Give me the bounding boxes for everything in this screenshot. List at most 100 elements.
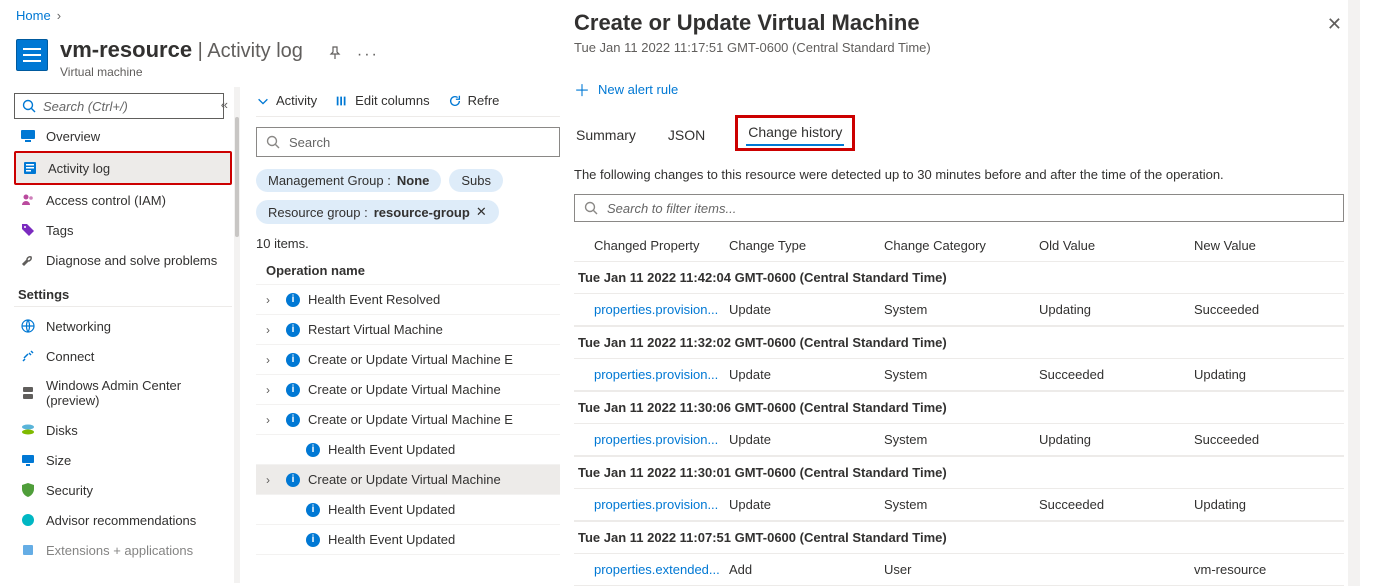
operation-row[interactable]: › i Create or Update Virtual Machine bbox=[256, 375, 560, 405]
search-icon bbox=[21, 98, 37, 114]
log-icon bbox=[22, 160, 38, 176]
operation-label: Restart Virtual Machine bbox=[308, 322, 443, 337]
resource-type: Virtual machine bbox=[60, 65, 303, 79]
new-alert-rule[interactable]: ＋ New alert rule bbox=[574, 77, 1344, 101]
pin-icon[interactable] bbox=[327, 45, 343, 64]
old-value: Succeeded bbox=[1039, 497, 1194, 512]
change-row[interactable]: properties.provision...UpdateSystemSucce… bbox=[574, 489, 1344, 521]
more-icon[interactable]: ··· bbox=[357, 46, 379, 64]
operation-label: Health Event Updated bbox=[328, 442, 455, 457]
col-change-type[interactable]: Change Type bbox=[729, 238, 884, 253]
info-icon: i bbox=[306, 443, 320, 457]
tabs: Summary JSON Change history bbox=[574, 115, 1344, 151]
columns-icon bbox=[335, 94, 349, 108]
vm-icon bbox=[16, 39, 48, 71]
new-value: Updating bbox=[1194, 497, 1344, 512]
operation-label: Health Event Updated bbox=[328, 502, 455, 517]
nav-advisor[interactable]: Advisor recommendations bbox=[14, 505, 232, 535]
operation-row[interactable]: iHealth Event Updated bbox=[256, 495, 560, 525]
change-row[interactable]: properties.provision... UpdateSystemUpdat… bbox=[574, 424, 1344, 456]
pill-management-group[interactable]: Management Group : None bbox=[256, 169, 441, 192]
property-link[interactable]: properties.provision... bbox=[594, 497, 718, 512]
info-icon: i bbox=[286, 353, 300, 367]
scrollbar[interactable] bbox=[1348, 0, 1360, 586]
tab-highlight: Change history bbox=[735, 115, 855, 151]
change-row[interactable]: properties.extended...AddUservm-resource bbox=[574, 554, 1344, 586]
info-icon: i bbox=[286, 383, 300, 397]
operation-label: Create or Update Virtual Machine E bbox=[308, 352, 513, 367]
old-value: Updating bbox=[1039, 432, 1194, 447]
nav-extensions[interactable]: Extensions + applications bbox=[14, 535, 232, 565]
info-icon: i bbox=[286, 413, 300, 427]
change-table: Changed Property Change Type Change Cate… bbox=[574, 230, 1344, 586]
advisor-icon bbox=[20, 512, 36, 528]
description: The following changes to this resource w… bbox=[574, 167, 1344, 182]
nav-security[interactable]: Security bbox=[14, 475, 232, 505]
collapse-icon[interactable]: « bbox=[221, 97, 228, 112]
table-header: Changed Property Change Type Change Cate… bbox=[574, 230, 1344, 261]
tab-summary[interactable]: Summary bbox=[574, 121, 638, 151]
monitor-icon bbox=[20, 128, 36, 144]
operation-row[interactable]: ›iCreate or Update Virtual Machine E bbox=[256, 405, 560, 435]
nav-disks[interactable]: Disks bbox=[14, 415, 232, 445]
scrollbar[interactable] bbox=[234, 87, 240, 583]
operation-row[interactable]: iHealth Event Updated bbox=[256, 525, 560, 555]
col-change-category[interactable]: Change Category bbox=[884, 238, 1039, 253]
search-icon bbox=[265, 134, 281, 150]
operation-row[interactable]: › i Create or Update Virtual Machine E bbox=[256, 345, 560, 375]
info-icon: i bbox=[286, 473, 300, 487]
toolbar-refresh[interactable]: Refre bbox=[448, 93, 500, 108]
chevron-right-icon: › bbox=[266, 383, 278, 397]
new-value: Succeeded bbox=[1194, 302, 1344, 317]
property-link[interactable]: properties.provision... bbox=[594, 432, 718, 447]
property-link[interactable]: properties.extended... bbox=[594, 562, 720, 577]
chevron-right-icon: › bbox=[266, 353, 278, 367]
breadcrumb-home[interactable]: Home bbox=[16, 8, 51, 23]
timestamp-group: Tue Jan 11 2022 11:42:04 GMT-0600 (Centr… bbox=[574, 261, 1344, 294]
nav-networking[interactable]: Networking bbox=[14, 311, 232, 341]
operation-row[interactable]: ›iCreate or Update Virtual Machine bbox=[256, 465, 560, 495]
toolbar-edit-columns[interactable]: Edit columns bbox=[335, 93, 429, 108]
close-icon[interactable]: ✕ bbox=[476, 204, 487, 220]
item-count: 10 items. bbox=[256, 236, 560, 251]
nav-diagnose[interactable]: Diagnose and solve problems bbox=[14, 245, 232, 275]
close-button[interactable]: ✕ bbox=[1327, 14, 1342, 35]
operation-row[interactable]: ›iHealth Event Resolved bbox=[256, 285, 560, 315]
sidebar-search[interactable]: Search (Ctrl+/) bbox=[14, 93, 224, 119]
chevron-down-icon bbox=[256, 94, 270, 108]
nav-activity-log[interactable]: Activity log bbox=[14, 151, 232, 185]
pill-resource-group[interactable]: Resource group : resource-group ✕ bbox=[256, 200, 499, 224]
property-link[interactable]: properties.provision... bbox=[594, 302, 718, 317]
connect-icon bbox=[20, 348, 36, 364]
globe-icon bbox=[20, 318, 36, 334]
nav-wac[interactable]: Windows Admin Center (preview) bbox=[14, 371, 232, 415]
log-search[interactable]: Search bbox=[256, 127, 560, 157]
change-category: System bbox=[884, 367, 1039, 382]
change-category: System bbox=[884, 432, 1039, 447]
toolbar: Activity Edit columns Refre bbox=[256, 91, 560, 117]
tab-json[interactable]: JSON bbox=[666, 121, 707, 151]
col-changed-property[interactable]: Changed Property bbox=[594, 238, 729, 253]
col-old-value[interactable]: Old Value bbox=[1039, 238, 1194, 253]
timestamp-group: Tue Jan 11 2022 11:30:06 GMT-0600 (Centr… bbox=[574, 391, 1344, 424]
nav-overview[interactable]: Overview bbox=[14, 121, 232, 151]
col-new-value[interactable]: New Value bbox=[1194, 238, 1344, 253]
timestamp-group: Tue Jan 11 2022 11:07:51 GMT-0600 (Centr… bbox=[574, 521, 1344, 554]
timestamp-group: Tue Jan 11 2022 11:32:02 GMT-0600 (Centr… bbox=[574, 326, 1344, 359]
change-row[interactable]: properties.provision...UpdateSystemSucce… bbox=[574, 359, 1344, 391]
operation-label: Create or Update Virtual Machine bbox=[308, 382, 501, 397]
operation-row[interactable]: ›iRestart Virtual Machine bbox=[256, 315, 560, 345]
nav-access-control[interactable]: Access control (IAM) bbox=[14, 185, 232, 215]
toolbar-activity[interactable]: Activity bbox=[256, 93, 317, 108]
change-filter-search[interactable]: Search to filter items... bbox=[574, 194, 1344, 222]
tab-change-history[interactable]: Change history bbox=[746, 120, 844, 146]
change-row[interactable]: properties.provision...UpdateSystemUpdat… bbox=[574, 294, 1344, 326]
property-link[interactable]: properties.provision... bbox=[594, 367, 718, 382]
nav-connect[interactable]: Connect bbox=[14, 341, 232, 371]
column-operation-name[interactable]: Operation name bbox=[256, 257, 560, 285]
change-type: Update bbox=[729, 432, 884, 447]
operation-row[interactable]: i Health Event Updated bbox=[256, 435, 560, 465]
nav-tags[interactable]: Tags bbox=[14, 215, 232, 245]
nav-size[interactable]: Size bbox=[14, 445, 232, 475]
pill-subscription[interactable]: Subs bbox=[449, 169, 503, 192]
